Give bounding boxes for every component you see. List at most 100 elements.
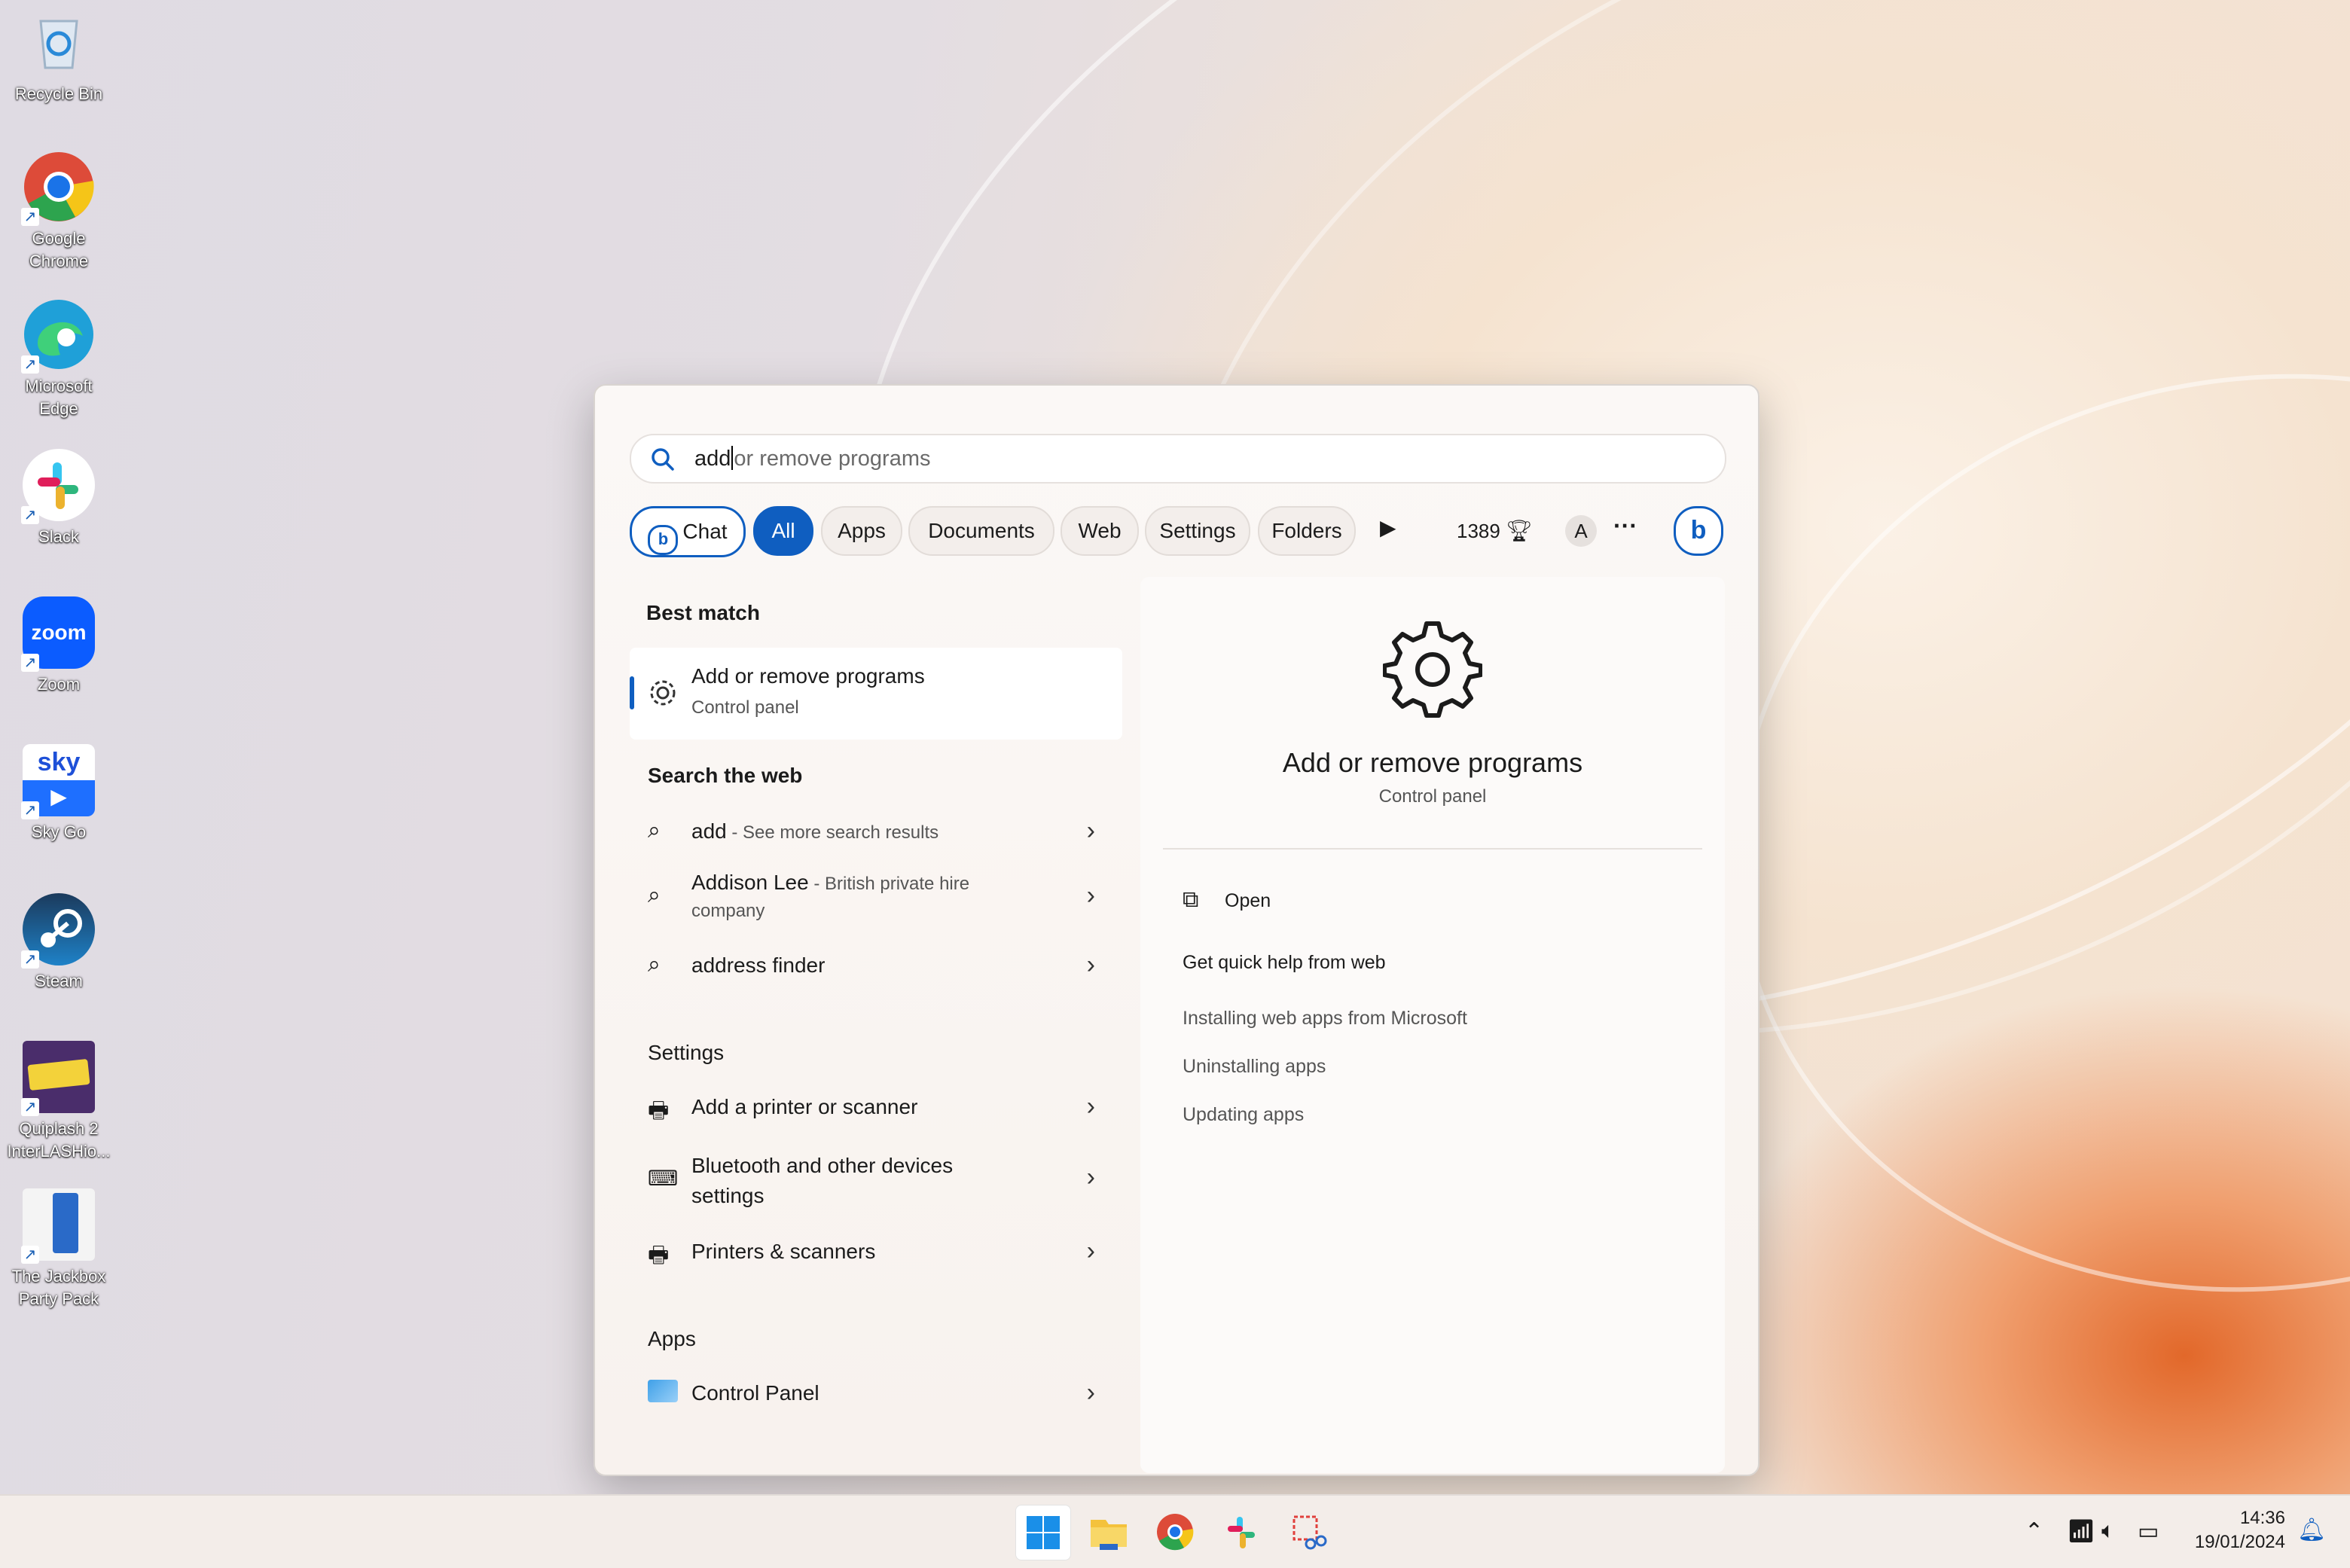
preview-subtitle: Control panel bbox=[1378, 786, 1487, 807]
web-result-item[interactable]: ⌕ add - See more search results › bbox=[630, 804, 1122, 857]
slack-icon bbox=[1228, 1517, 1255, 1548]
shortcut-arrow-icon: ↗ bbox=[21, 506, 39, 524]
settings-result-rest: a printer or scanner bbox=[728, 1095, 918, 1118]
chrome-taskbar-button[interactable] bbox=[1148, 1505, 1202, 1559]
app-result-item[interactable]: Control Panel › bbox=[630, 1365, 1122, 1422]
desktop-icon-recycle-bin[interactable]: Recycle Bin bbox=[6, 6, 111, 105]
search-input[interactable]: add or remove programs bbox=[694, 446, 930, 471]
chevron-right-icon: › bbox=[1086, 1092, 1095, 1121]
settings-result-item[interactable]: ⌨ Bluetooth and other devices settings › bbox=[630, 1143, 1122, 1216]
shortcut-arrow-icon: ↗ bbox=[21, 208, 39, 226]
desktop-icon-label: Recycle Bin bbox=[14, 84, 103, 103]
desktop-icon-sky-go[interactable]: sky ▶ ↗ Sky Go bbox=[6, 744, 111, 843]
best-match-subtitle: Control panel bbox=[691, 697, 799, 718]
help-link[interactable]: Updating apps bbox=[1183, 1104, 1304, 1126]
best-match-heading: Best match bbox=[646, 601, 760, 624]
printer-icon: 🖶 bbox=[648, 1098, 670, 1123]
chat-filter-button[interactable]: b Chat bbox=[630, 506, 746, 557]
clock-time: 14:36 bbox=[2239, 1508, 2285, 1528]
system-clock[interactable]: 14:36 19/01/2024 bbox=[2195, 1506, 2285, 1554]
documents-filter-button[interactable]: Documents bbox=[908, 506, 1054, 556]
clock-date: 19/01/2024 bbox=[2194, 1532, 2285, 1552]
chevron-right-icon: › bbox=[1086, 1237, 1095, 1265]
web-result-item[interactable]: ⌕ Addison Lee - British private hire com… bbox=[630, 863, 1122, 931]
web-result-hint: - See more search results bbox=[726, 822, 939, 843]
web-result-text: Addison Lee - British private hire bbox=[691, 871, 969, 895]
desktop-icon-jackbox[interactable]: ↗ The Jackbox Party Pack bbox=[6, 1188, 111, 1310]
desktop-icon-label: Microsoft Edge bbox=[25, 377, 93, 418]
all-filter-button[interactable]: All bbox=[753, 506, 813, 556]
show-hidden-icons-chevron-icon[interactable]: ⌃ bbox=[2025, 1518, 2043, 1545]
slack-icon: ↗ bbox=[21, 449, 95, 524]
web-result-query: add bbox=[691, 819, 727, 843]
notification-bell-icon[interactable]: 🔔︎ bbox=[2297, 1517, 2326, 1543]
recycle-bin-icon bbox=[23, 6, 95, 78]
best-match-title: Add or remove programs bbox=[691, 664, 925, 688]
desktop-icon-chrome[interactable]: ↗ Google Chrome bbox=[6, 151, 111, 273]
app-result-label: Control Panel bbox=[691, 1381, 819, 1405]
quick-help-heading: Get quick help from web bbox=[1183, 952, 1386, 973]
jackbox-icon: ↗ bbox=[21, 1188, 95, 1264]
best-match-result[interactable]: Add or remove programs Control panel bbox=[630, 648, 1122, 740]
settings-filter-button[interactable]: Settings bbox=[1145, 506, 1250, 556]
volume-icon[interactable]: 🔈︎ bbox=[2101, 1518, 2115, 1544]
slack-taskbar-button[interactable] bbox=[1214, 1505, 1268, 1559]
help-link[interactable]: Uninstalling apps bbox=[1183, 1056, 1326, 1078]
web-result-hint-line2: company bbox=[691, 901, 765, 921]
desktop-icon-slack[interactable]: ↗ Slack bbox=[6, 449, 111, 548]
shortcut-arrow-icon: ↗ bbox=[21, 950, 39, 969]
shortcut-arrow-icon: ↗ bbox=[21, 1098, 39, 1116]
search-web-heading: Search the web bbox=[648, 764, 803, 787]
search-icon: ⌕ bbox=[648, 883, 661, 908]
divider bbox=[1163, 848, 1702, 850]
desktop-icon-quiplash[interactable]: ↗ Quiplash 2 InterLASHio... bbox=[6, 1041, 111, 1163]
apps-filter-button[interactable]: Apps bbox=[821, 506, 902, 556]
settings-result-text: Printers & scanners bbox=[691, 1240, 876, 1263]
help-link[interactable]: Installing web apps from Microsoft bbox=[1183, 1008, 1467, 1030]
file-explorer-button[interactable] bbox=[1082, 1505, 1136, 1559]
desktop-icon-steam[interactable]: ↗ Steam bbox=[6, 893, 111, 993]
preview-pane: Add or remove programs Control panel ⧉ O… bbox=[1140, 577, 1725, 1473]
wifi-icon[interactable]: 📶︎ bbox=[2067, 1518, 2095, 1545]
chevron-right-icon: › bbox=[1086, 881, 1095, 910]
desktop-icon-zoom[interactable]: zoom ↗ Zoom bbox=[6, 596, 111, 696]
more-options-icon[interactable]: ··· bbox=[1613, 512, 1637, 540]
rewards-points[interactable]: 1389 🏆︎ bbox=[1457, 518, 1533, 543]
folders-filter-button[interactable]: Folders bbox=[1258, 506, 1356, 556]
web-filter-button[interactable]: Web bbox=[1061, 506, 1139, 556]
chevron-right-icon: › bbox=[1086, 816, 1095, 845]
web-result-query: Addison Lee bbox=[691, 871, 809, 894]
settings-result-text-line2: settings bbox=[691, 1184, 765, 1207]
preview-title: Add or remove programs bbox=[1282, 747, 1583, 778]
web-result-hint: - British private hire bbox=[808, 874, 970, 894]
desktop-icon-edge[interactable]: ↗ Microsoft Edge bbox=[6, 298, 111, 420]
more-filters-arrow-icon[interactable]: ▶ bbox=[1380, 515, 1396, 540]
battery-icon[interactable]: ▭ bbox=[2138, 1518, 2159, 1545]
bing-icon[interactable]: b bbox=[1674, 506, 1723, 556]
settings-result-item[interactable]: 🖶 Add a printer or scanner › bbox=[630, 1078, 1122, 1136]
shortcut-arrow-icon: ↗ bbox=[21, 801, 39, 819]
quiplash-icon: ↗ bbox=[21, 1041, 95, 1116]
web-result-item[interactable]: ⌕ address finder › bbox=[630, 938, 1122, 991]
open-button[interactable]: Open bbox=[1225, 890, 1271, 912]
windows-logo-icon bbox=[1027, 1516, 1060, 1549]
devices-icon: ⌨ bbox=[648, 1167, 679, 1190]
sky-go-icon: sky ▶ ↗ bbox=[21, 744, 95, 819]
steam-icon: ↗ bbox=[21, 893, 95, 969]
bing-chat-icon: b bbox=[648, 525, 679, 555]
settings-result-item[interactable]: 🖶 Printers & scanners › bbox=[630, 1223, 1122, 1280]
desktop-icon-label: The Jackbox Party Pack bbox=[11, 1267, 106, 1308]
desktop-icon-label: Quiplash 2 InterLASHio... bbox=[7, 1119, 111, 1161]
account-avatar[interactable]: A bbox=[1565, 515, 1597, 547]
start-button[interactable] bbox=[1015, 1505, 1071, 1560]
chevron-right-icon: › bbox=[1086, 1378, 1095, 1407]
rewards-points-value: 1389 bbox=[1457, 520, 1500, 542]
chat-filter-label: Chat bbox=[682, 520, 728, 543]
search-box[interactable]: add or remove programs bbox=[630, 434, 1726, 484]
search-icon: ⌕ bbox=[648, 952, 661, 977]
search-typed-text: add bbox=[694, 447, 731, 471]
snipping-tool-button[interactable] bbox=[1280, 1505, 1335, 1559]
best-match-title-bold: Add bbox=[691, 664, 729, 688]
settings-heading: Settings bbox=[648, 1041, 725, 1064]
snipping-tool-icon bbox=[1292, 1515, 1327, 1550]
